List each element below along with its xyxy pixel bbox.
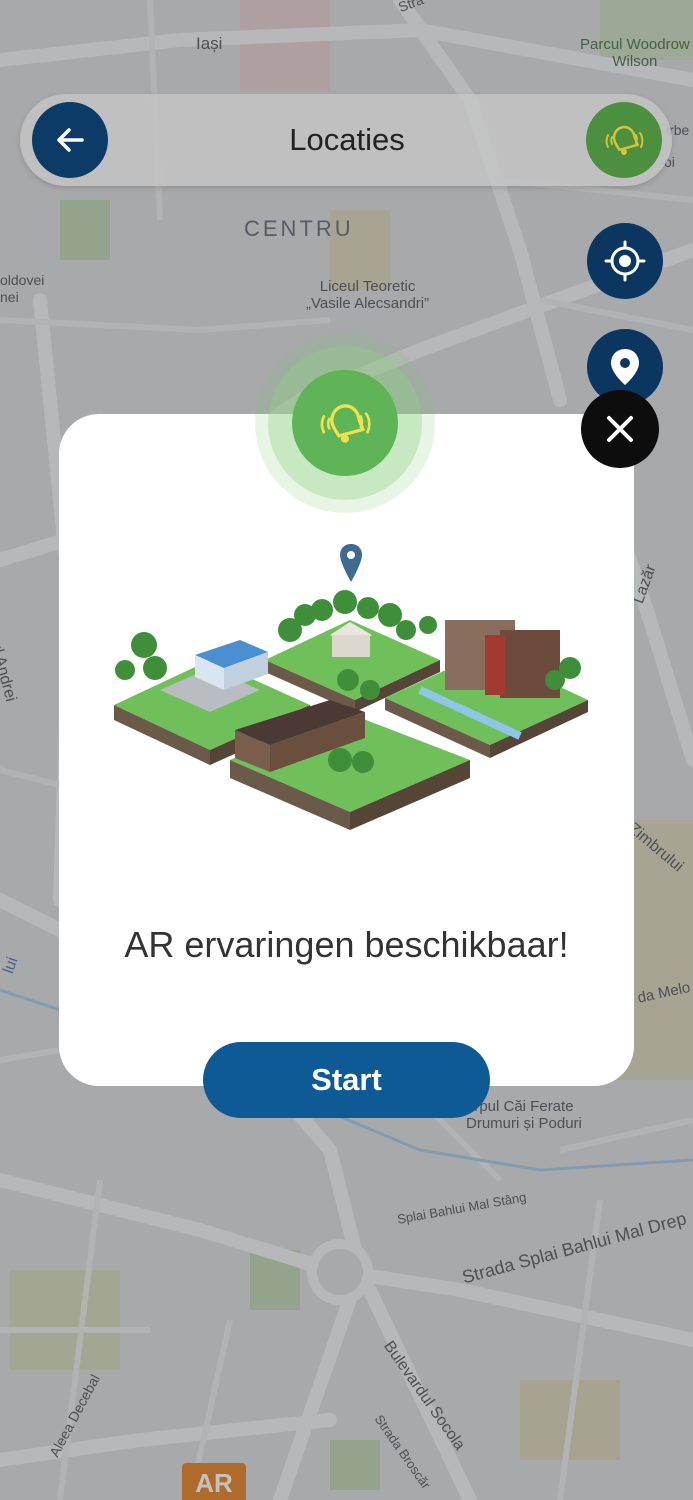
notifications-button[interactable] [586,102,662,178]
ar-notification-badge [292,370,398,476]
arrow-left-icon [57,128,84,152]
close-dialog-button[interactable] [581,390,659,468]
ar-available-message: AR ervaringen beschikbaar! [124,924,569,965]
close-icon [607,416,633,442]
ar-city-illustration [114,544,588,830]
crosshair-icon [604,240,646,282]
start-ar-button[interactable]: Start [203,1042,490,1118]
bell-ringing-icon [320,404,371,443]
page-title: Locaties [289,122,405,157]
locate-me-button[interactable] [587,223,663,299]
bell-ringing-icon [605,125,644,155]
map-pin-icon [611,349,639,385]
back-button[interactable] [32,102,108,178]
